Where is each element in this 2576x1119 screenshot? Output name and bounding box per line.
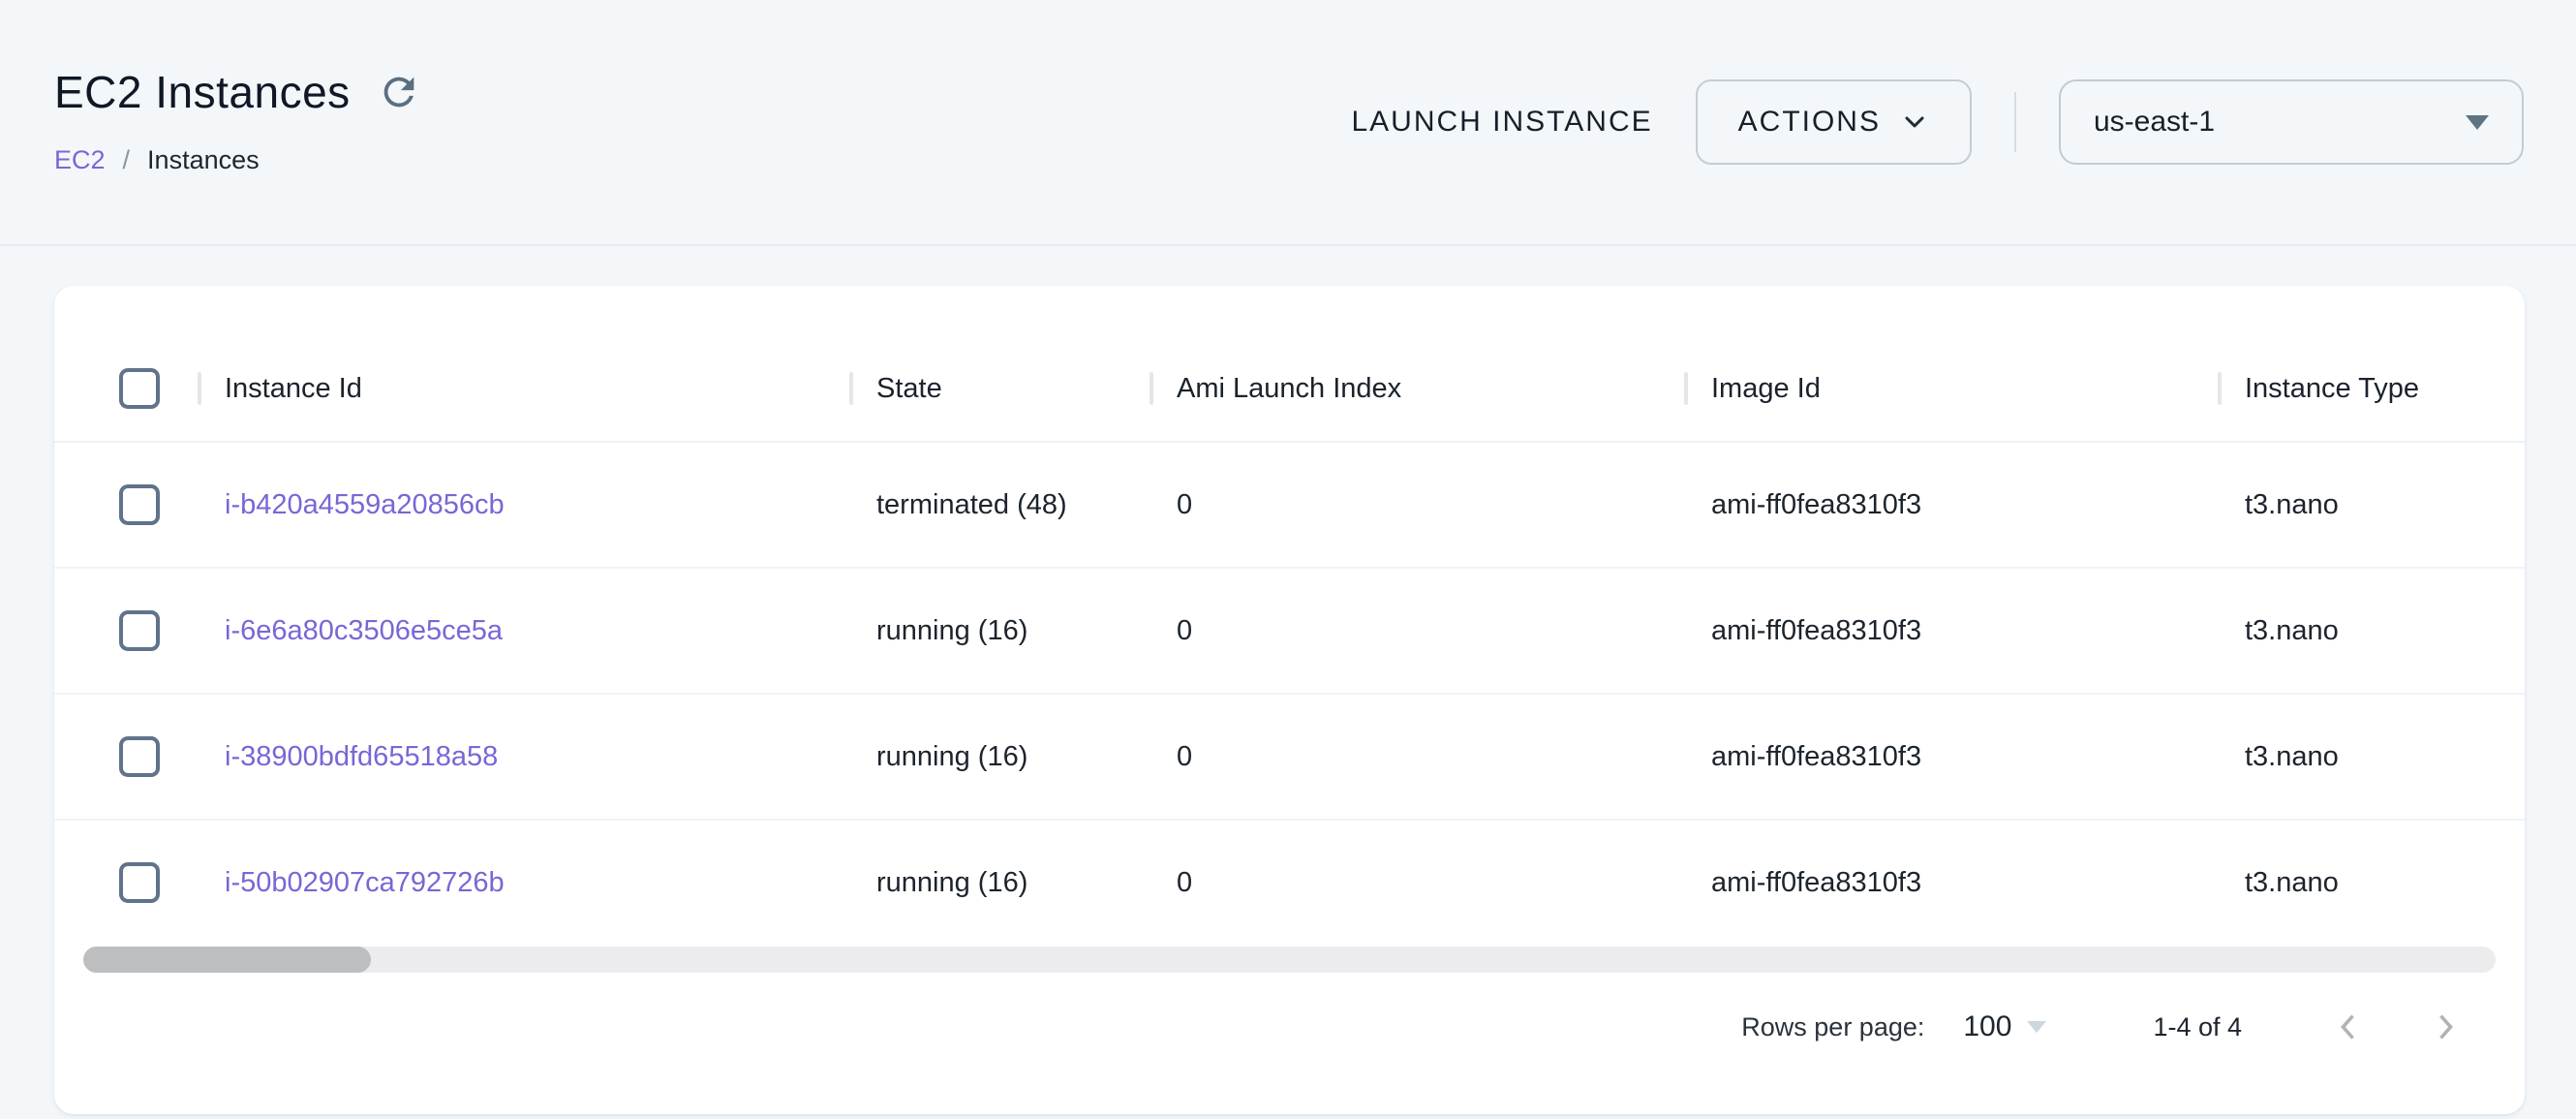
instance-type-cell: t3.nano bbox=[2245, 615, 2339, 646]
actions-button-label: ACTIONS bbox=[1738, 106, 1881, 139]
region-select-value: us-east-1 bbox=[2094, 106, 2215, 139]
refresh-button[interactable] bbox=[376, 69, 422, 115]
rows-per-page-select[interactable]: 100 bbox=[1963, 1010, 2046, 1043]
image-id-cell: ami-ff0fea8310f3 bbox=[1711, 867, 1921, 898]
table-row: i-50b02907ca792726b running (16) 0 ami-f… bbox=[54, 821, 2525, 947]
table-body: i-b420a4559a20856cb terminated (48) 0 am… bbox=[54, 443, 2525, 947]
instance-type-cell: t3.nano bbox=[2245, 489, 2339, 520]
horizontal-scrollbar[interactable] bbox=[83, 947, 2496, 973]
column-header-instance-type: Instance Type bbox=[2245, 373, 2419, 405]
table-header-row: Instance Id State Ami Launch Index Image… bbox=[54, 336, 2525, 443]
instances-card: Instance Id State Ami Launch Index Image… bbox=[54, 286, 2525, 1114]
instance-type-cell: t3.nano bbox=[2245, 741, 2339, 772]
region-select[interactable]: us-east-1 bbox=[2059, 79, 2524, 165]
chevron-down-icon bbox=[1900, 108, 1929, 137]
ami-launch-index-cell: 0 bbox=[1177, 867, 1192, 898]
state-cell: running (16) bbox=[876, 867, 1027, 898]
ami-launch-index-cell: 0 bbox=[1177, 615, 1192, 646]
instance-type-cell: t3.nano bbox=[2245, 867, 2339, 898]
chevron-right-icon bbox=[2427, 1009, 2464, 1045]
row-checkbox[interactable] bbox=[119, 610, 160, 651]
instance-id-link[interactable]: i-6e6a80c3506e5ce5a bbox=[225, 615, 503, 646]
table-row: i-38900bdfd65518a58 running (16) 0 ami-f… bbox=[54, 695, 2525, 821]
pagination-range: 1-4 of 4 bbox=[2153, 1012, 2242, 1042]
pagination: Rows per page: 100 1-4 of 4 bbox=[54, 1002, 2525, 1052]
table-row: i-6e6a80c3506e5ce5a running (16) 0 ami-f… bbox=[54, 569, 2525, 695]
breadcrumb-link-ec2[interactable]: EC2 bbox=[54, 145, 106, 175]
dropdown-caret-icon bbox=[2466, 115, 2489, 130]
chevron-left-icon bbox=[2330, 1009, 2367, 1045]
rows-per-page-value: 100 bbox=[1963, 1010, 2011, 1043]
previous-page-button[interactable] bbox=[2327, 1006, 2370, 1048]
column-resize-handle[interactable] bbox=[2218, 372, 2222, 405]
image-id-cell: ami-ff0fea8310f3 bbox=[1711, 489, 1921, 520]
column-header-state: State bbox=[876, 373, 942, 405]
scrollbar-thumb[interactable] bbox=[83, 947, 371, 973]
state-cell: running (16) bbox=[876, 741, 1027, 772]
row-checkbox[interactable] bbox=[119, 736, 160, 777]
column-header-image-id: Image Id bbox=[1711, 373, 1821, 405]
page-title: EC2 Instances bbox=[54, 68, 351, 116]
toolbar: LAUNCH INSTANCE ACTIONS us-east-1 bbox=[1351, 79, 2524, 165]
state-cell: running (16) bbox=[876, 615, 1027, 646]
table-row: i-b420a4559a20856cb terminated (48) 0 am… bbox=[54, 443, 2525, 569]
instance-id-link[interactable]: i-38900bdfd65518a58 bbox=[225, 741, 498, 772]
breadcrumb: EC2 / Instances bbox=[54, 145, 422, 175]
image-id-cell: ami-ff0fea8310f3 bbox=[1711, 741, 1921, 772]
row-checkbox[interactable] bbox=[119, 862, 160, 903]
column-resize-handle[interactable] bbox=[849, 372, 853, 405]
toolbar-divider bbox=[2014, 92, 2016, 152]
column-resize-handle[interactable] bbox=[198, 372, 201, 405]
row-checkbox[interactable] bbox=[119, 484, 160, 525]
state-cell: terminated (48) bbox=[876, 489, 1067, 520]
page: EC2 Instances EC2 / Instances LAUNCH INS… bbox=[0, 0, 2576, 1114]
breadcrumb-separator: / bbox=[123, 145, 131, 175]
instance-id-link[interactable]: i-b420a4559a20856cb bbox=[225, 489, 505, 520]
title-block: EC2 Instances EC2 / Instances bbox=[54, 68, 422, 175]
column-header-instance-id: Instance Id bbox=[225, 373, 362, 405]
breadcrumb-current: Instances bbox=[147, 145, 260, 175]
instance-id-link[interactable]: i-50b02907ca792726b bbox=[225, 867, 505, 898]
image-id-cell: ami-ff0fea8310f3 bbox=[1711, 615, 1921, 646]
caret-down-icon bbox=[2027, 1021, 2046, 1033]
next-page-button[interactable] bbox=[2424, 1006, 2467, 1048]
column-header-ami-launch-index: Ami Launch Index bbox=[1177, 373, 1401, 405]
ami-launch-index-cell: 0 bbox=[1177, 489, 1192, 520]
launch-instance-button[interactable]: LAUNCH INSTANCE bbox=[1351, 106, 1652, 139]
refresh-icon bbox=[377, 70, 421, 114]
column-resize-handle[interactable] bbox=[1150, 372, 1153, 405]
ami-launch-index-cell: 0 bbox=[1177, 741, 1192, 772]
page-header: EC2 Instances EC2 / Instances LAUNCH INS… bbox=[0, 0, 2576, 246]
rows-per-page-label: Rows per page: bbox=[1741, 1012, 1924, 1042]
actions-button[interactable]: ACTIONS bbox=[1696, 79, 1972, 165]
column-resize-handle[interactable] bbox=[1684, 372, 1688, 405]
select-all-checkbox[interactable] bbox=[119, 368, 160, 409]
